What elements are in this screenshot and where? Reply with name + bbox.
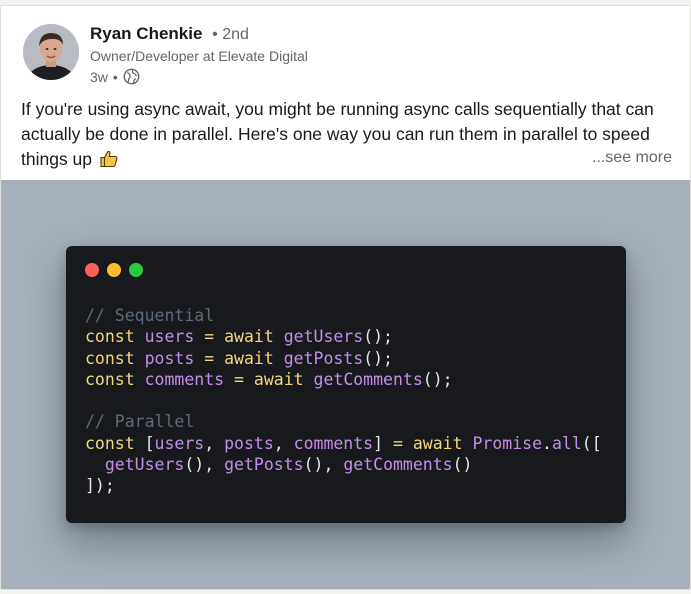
code-token: await [412,433,473,453]
code-token: getComments [313,369,423,389]
code-token: getComments [343,455,453,475]
code-line: const comments = await getComments(); [85,369,602,390]
minimize-dot-icon [107,263,121,277]
code-token: (); [363,327,393,347]
code-token: posts [144,348,195,368]
code-window: // Sequential const users = await getUser… [66,246,626,523]
globe-icon [123,68,140,85]
author-name[interactable]: Ryan Chenkie [90,24,202,43]
avatar[interactable] [23,24,79,80]
code-line: // Sequential [85,305,602,326]
code-line: getUsers(), getPosts(), getComments() [85,454,602,475]
code-token: [ [144,433,155,453]
code-token: posts [224,433,274,453]
code-token: await [224,327,284,347]
code-token: getUsers [85,455,185,475]
avatar-photo [23,24,79,80]
code-line: // Parallel [85,411,602,432]
code-token: const [85,348,145,368]
code-token: all [551,433,582,453]
code-token: // Parallel [85,412,195,432]
code-token: (), [184,455,225,475]
code-token: , [273,433,294,453]
post-time: 3w [90,68,108,85]
code-token: () [452,455,473,475]
code-token: getPosts [224,455,304,475]
author-name-line[interactable]: Ryan Chenkie • 2nd [90,24,249,44]
degree-separator: • [212,26,218,43]
code-token: const [85,433,145,453]
code-line: const users = await getUsers(); [85,326,602,347]
code-line: ]); [85,475,602,496]
thumbs-up-icon [100,150,118,168]
close-dot-icon [85,263,99,277]
code-token: // Sequential [85,306,215,325]
feed-post: Ryan Chenkie • 2nd Owner/Developer at El… [0,5,691,590]
see-more-link[interactable]: ...see more [592,149,672,167]
code-token: await [224,348,284,368]
post-image[interactable]: // Sequential const users = await getUser… [1,180,690,589]
code-token: getUsers [283,327,364,347]
code-token: = [224,369,254,389]
code-token: users [144,327,195,347]
code-token: = [194,348,225,368]
code-block: // Sequential const users = await getUser… [85,305,602,497]
post-text: If you're using async await, you might b… [21,97,673,172]
code-token: ]); [85,476,115,496]
code-line: const posts = await getPosts(); [85,348,602,369]
code-token: = [393,433,413,453]
code-token: , [204,433,225,453]
meta-separator: • [112,68,118,85]
code-token: ] [373,433,393,453]
code-token: getPosts [283,348,364,368]
code-token: await [253,369,314,389]
degree-label: 2nd [222,26,249,43]
post-meta: 3w • [90,68,140,85]
code-token: . [542,433,552,453]
code-token: (), [303,455,344,475]
post-header: Ryan Chenkie • 2nd Owner/Developer at El… [23,24,663,88]
code-token: comments [144,369,225,389]
code-token: Promise [472,433,543,453]
maximize-dot-icon [129,263,143,277]
code-token: users [154,433,205,453]
code-token: const [85,369,145,389]
code-token: const [85,327,145,347]
author-headline: Owner/Developer at Elevate Digital [90,48,308,64]
code-token: ([ [581,433,602,453]
code-token: comments [293,433,374,453]
code-token: (); [363,348,393,368]
code-token: (); [422,369,453,389]
code-line: const [users, posts, comments] = await P… [85,433,602,454]
code-token: = [194,327,225,347]
connection-degree: • 2nd [212,26,249,43]
